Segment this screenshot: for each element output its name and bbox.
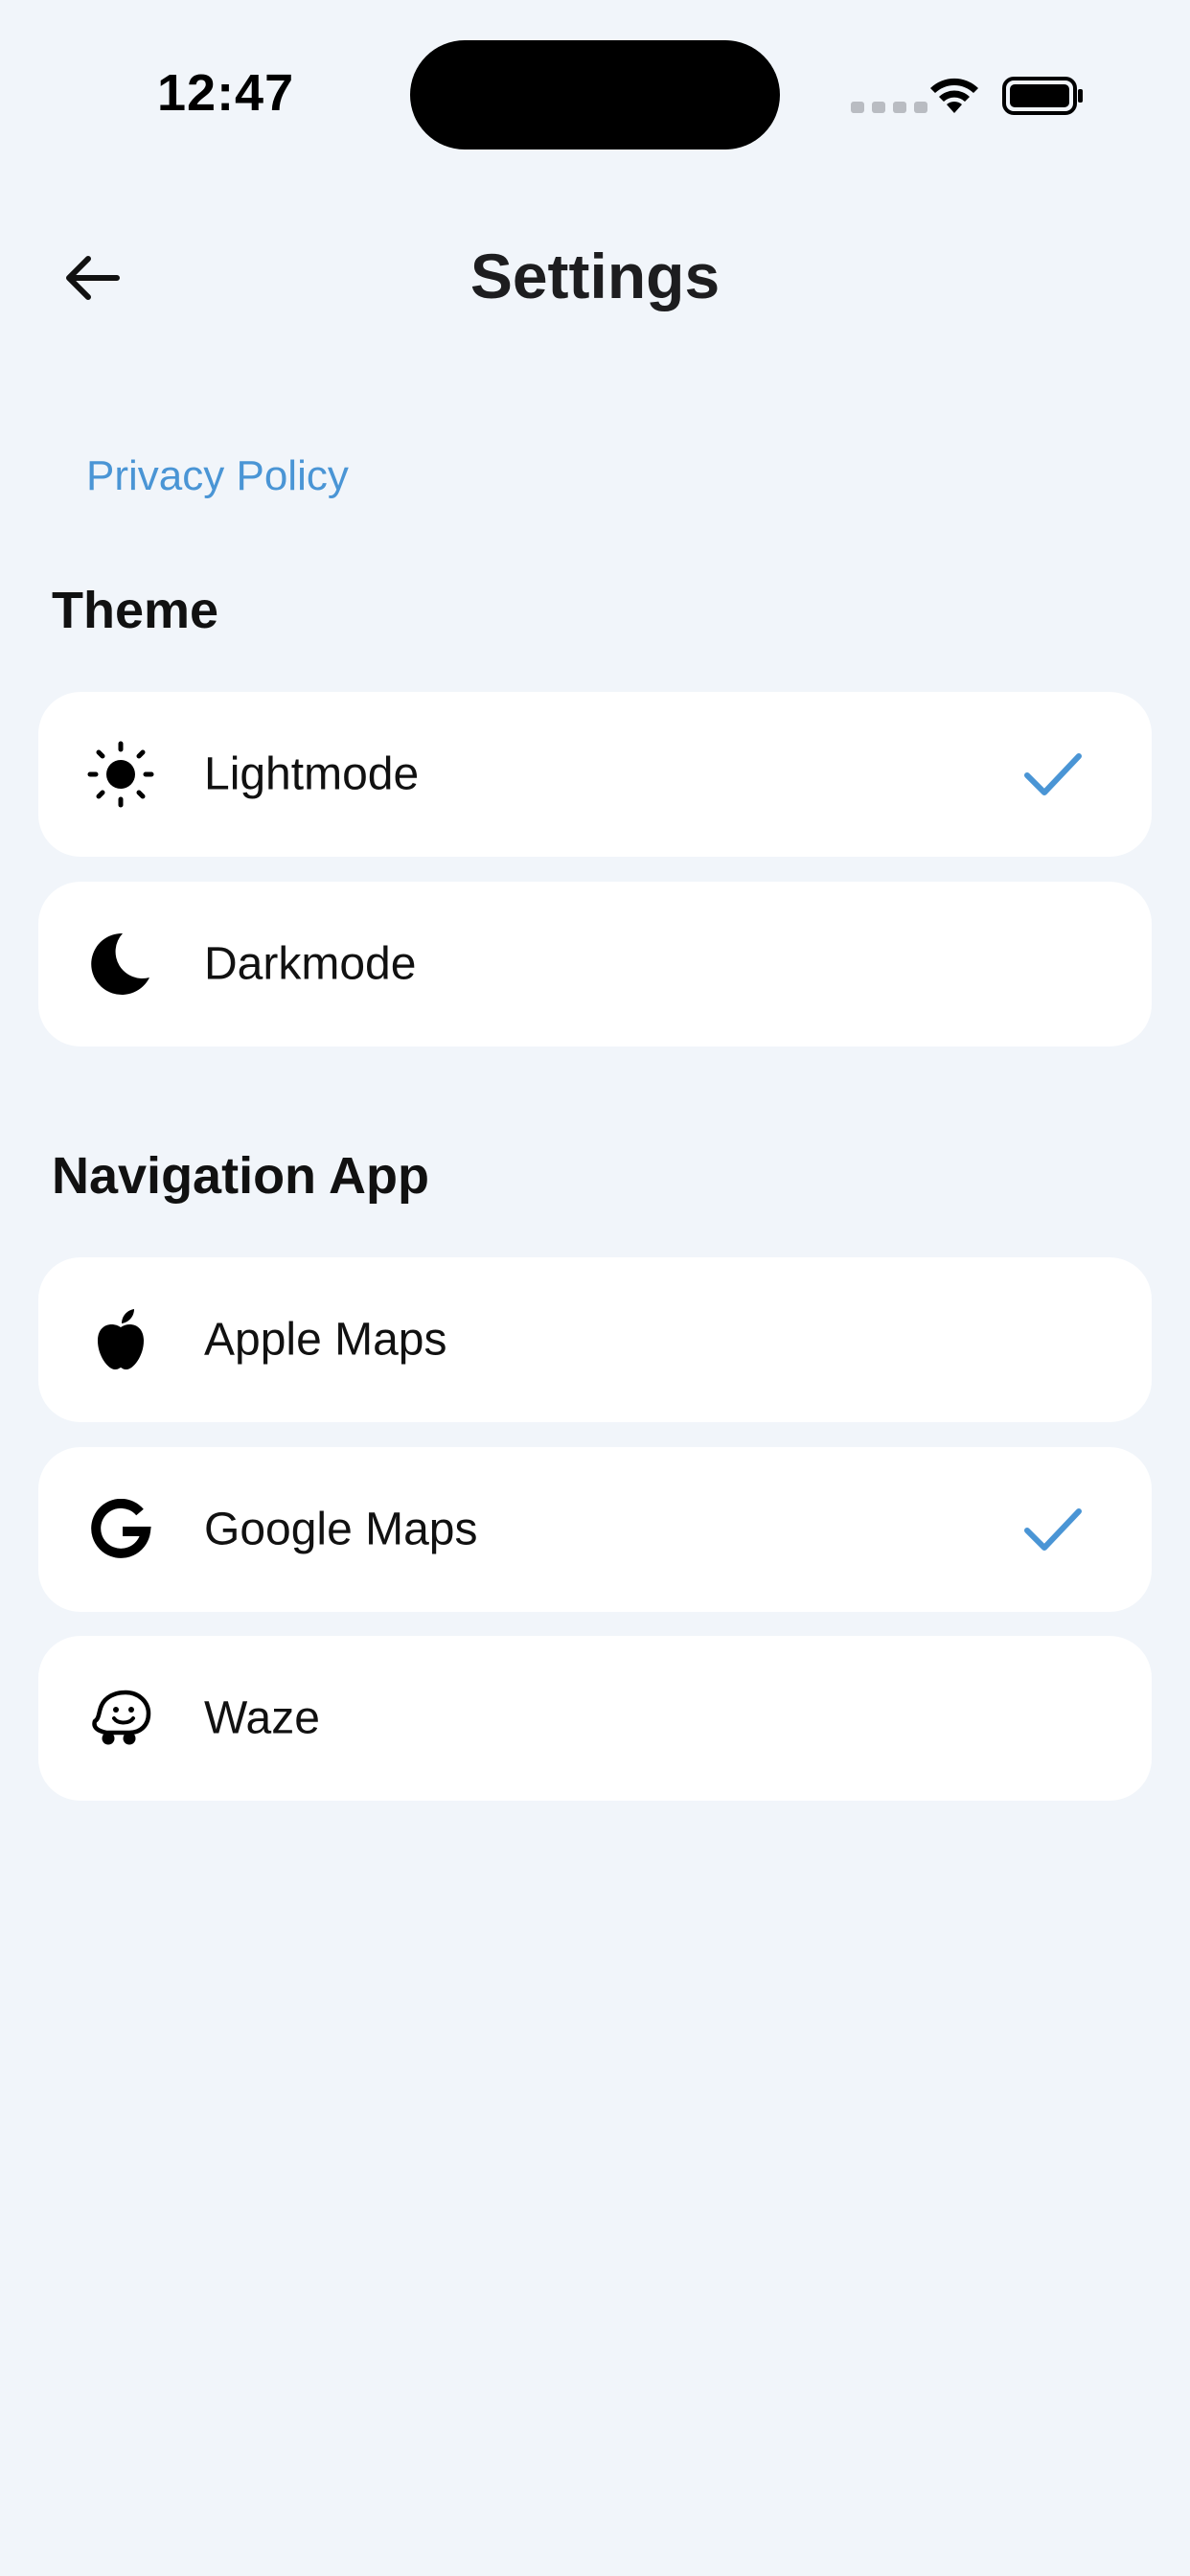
- waze-icon: [86, 1684, 155, 1753]
- theme-option-darkmode[interactable]: Darkmode: [38, 882, 1152, 1046]
- nav-option-google-maps[interactable]: Google Maps: [38, 1447, 1152, 1612]
- page-title: Settings: [469, 241, 721, 311]
- cellular-signal-icon: [851, 102, 927, 113]
- dynamic-island: [410, 40, 780, 150]
- theme-section-title: Theme: [52, 582, 219, 639]
- theme-option-lightmode[interactable]: Lightmode: [38, 692, 1152, 857]
- option-label: Darkmode: [204, 938, 417, 990]
- settings-screen: 12:47 Settings Privacy Policy Theme Ligh…: [0, 0, 1190, 2576]
- apple-icon: [86, 1305, 155, 1374]
- status-time: 12:47: [157, 64, 295, 122]
- moon-icon: [86, 930, 155, 999]
- nav-option-apple-maps[interactable]: Apple Maps: [38, 1257, 1152, 1422]
- option-label: Waze: [204, 1692, 320, 1744]
- privacy-policy-link[interactable]: Privacy Policy: [86, 452, 349, 500]
- battery-icon: [1002, 77, 1083, 115]
- wifi-icon: [930, 78, 978, 113]
- navigation-section-title: Navigation App: [52, 1147, 430, 1205]
- google-icon: [86, 1495, 155, 1564]
- option-label: Lightmode: [204, 748, 420, 800]
- checkmark-icon: [1024, 1508, 1082, 1551]
- nav-option-waze[interactable]: Waze: [38, 1636, 1152, 1801]
- checkmark-icon: [1024, 753, 1082, 795]
- sun-icon: [86, 740, 155, 809]
- option-label: Google Maps: [204, 1504, 478, 1555]
- option-label: Apple Maps: [204, 1314, 447, 1366]
